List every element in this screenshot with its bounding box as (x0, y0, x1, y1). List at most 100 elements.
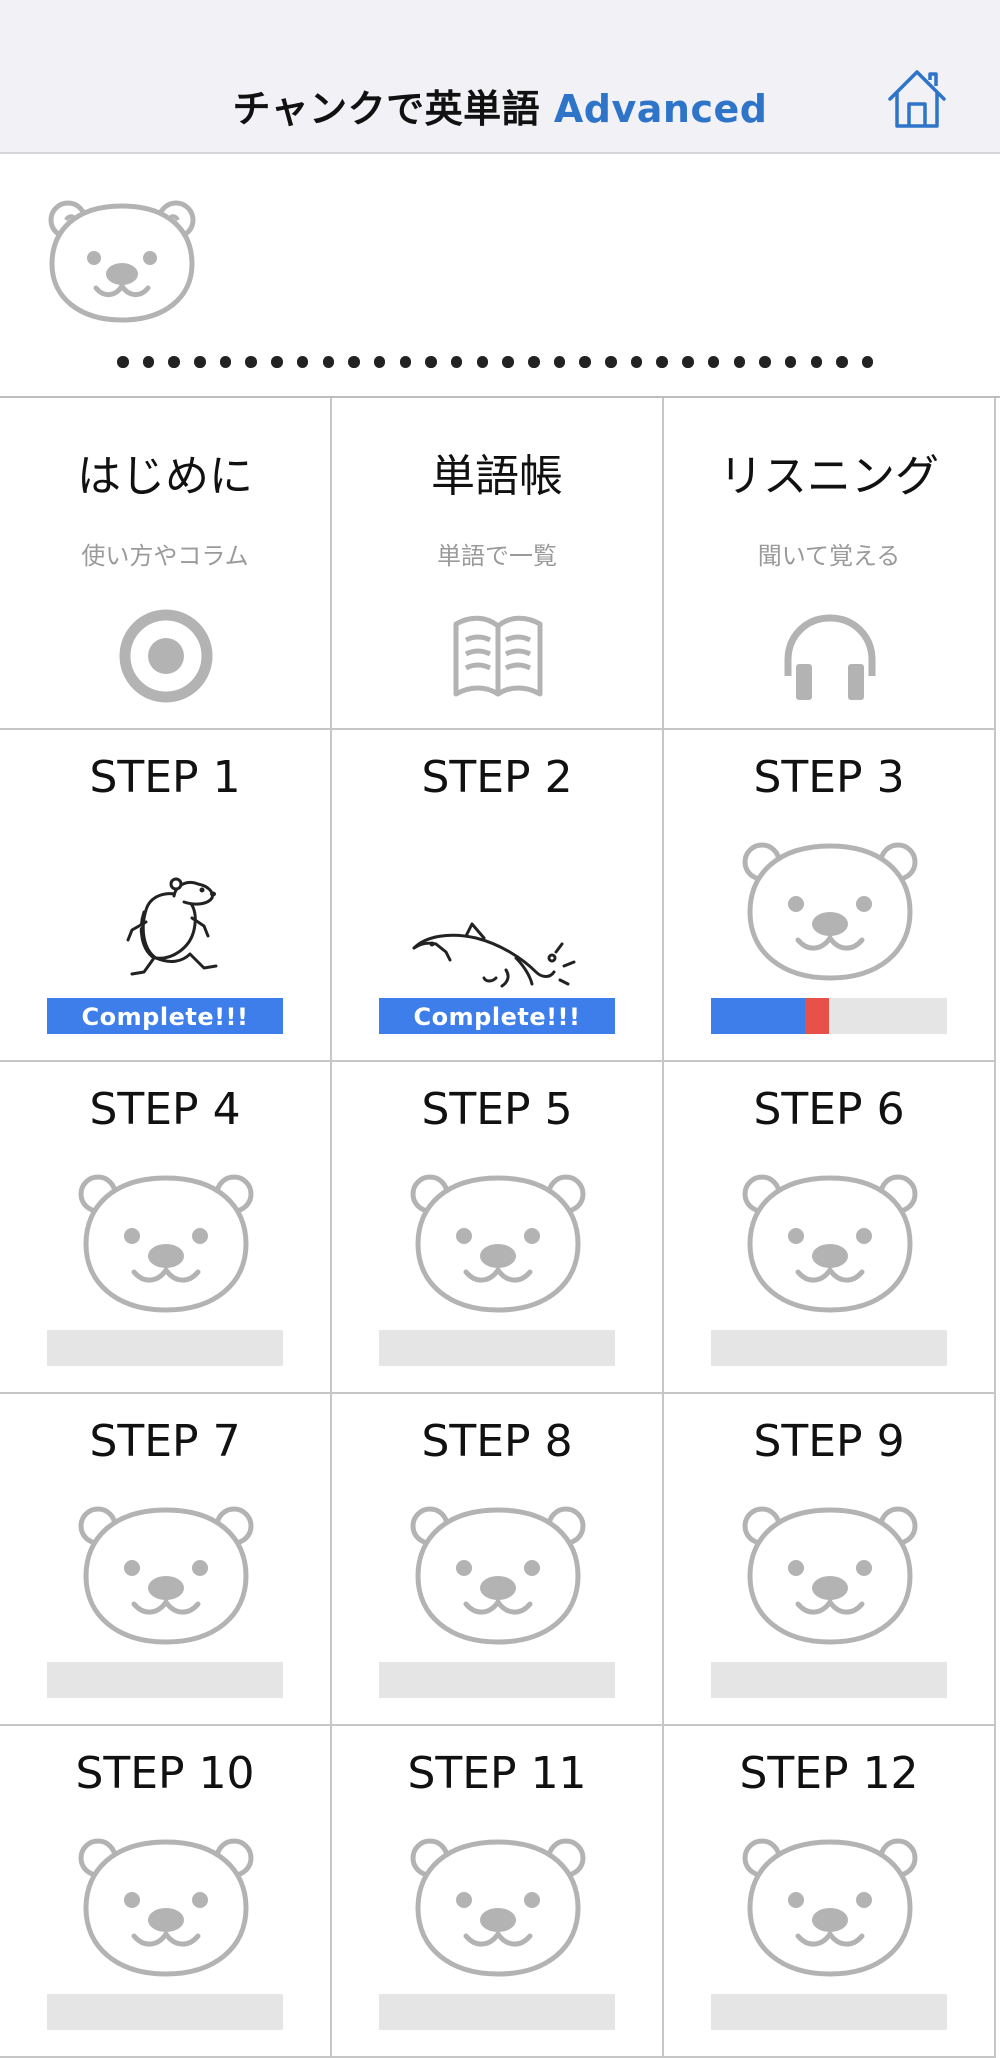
page-dot (348, 356, 360, 368)
step-label: STEP 8 (421, 1416, 573, 1467)
step-label: STEP 12 (739, 1748, 919, 1799)
step-progress-bar (47, 1330, 283, 1366)
bear-face-icon (738, 1836, 922, 1986)
page-dot (528, 356, 540, 368)
page-dot (759, 356, 771, 368)
step-label: STEP 7 (89, 1416, 241, 1467)
menu-intro-cell[interactable]: はじめに 使い方やコラム (0, 398, 332, 730)
running-bear-illustration (74, 840, 258, 990)
page-dot (784, 356, 797, 368)
menu-subtitle: 聞いて覚える (757, 542, 901, 570)
bear-face-icon (74, 1172, 258, 1322)
page-dot (373, 356, 386, 368)
page-dot (579, 356, 591, 368)
step-label: STEP 1 (89, 752, 241, 803)
step-label: STEP 9 (753, 1416, 905, 1467)
page-dot (682, 356, 694, 368)
page-dot (450, 356, 463, 368)
page-dot (219, 356, 232, 368)
open-book-icon (448, 606, 548, 706)
page-dot (296, 356, 309, 368)
menu-title: 単語帳 (431, 451, 563, 502)
page-dot (656, 356, 668, 368)
page-dot (271, 356, 283, 368)
menu-subtitle: 使い方やコラム (81, 542, 249, 570)
step-progress-bar (379, 1994, 615, 2030)
step-label: STEP 6 (753, 1084, 905, 1135)
menu-title: リスニング (719, 451, 939, 502)
page-dot (322, 356, 334, 368)
page-dot (733, 356, 745, 368)
step-progress-bar (379, 1662, 615, 1698)
title-accent: Advanced (553, 87, 768, 131)
bear-face-icon (406, 1836, 590, 1986)
page-dot (245, 356, 257, 368)
menu-subtitle: 単語で一覧 (437, 542, 557, 570)
home-button[interactable] (884, 66, 950, 132)
bear-face-icon (738, 1504, 922, 1654)
step-8-cell[interactable]: STEP 8 (332, 1394, 664, 1726)
step-progress-bar: Complete!!! (47, 998, 283, 1034)
page-dot (194, 356, 206, 368)
page-dot (142, 356, 155, 368)
menu-title: はじめに (77, 451, 253, 502)
dolphin-illustration (406, 840, 590, 990)
step-11-cell[interactable]: STEP 11 (332, 1726, 664, 2058)
bear-face-icon (738, 1172, 922, 1322)
page-dot (630, 356, 643, 368)
bear-face-icon (406, 1172, 590, 1322)
headphones-icon (780, 606, 880, 706)
bear-face-icon (74, 1836, 258, 1986)
step-label: STEP 5 (421, 1084, 573, 1135)
page-dot (117, 356, 129, 368)
step-12-cell[interactable]: STEP 12 (664, 1726, 996, 2058)
step-progress-bar (47, 1994, 283, 2030)
bear-face-icon (738, 840, 922, 990)
home-icon (888, 70, 946, 128)
progress-correct (711, 998, 806, 1034)
step-2-cell[interactable]: STEP 2 Complete!!! (332, 730, 664, 1062)
page-dot (399, 356, 412, 368)
progress-incorrect (805, 998, 829, 1034)
step-5-cell[interactable]: STEP 5 (332, 1062, 664, 1394)
step-label: STEP 2 (421, 752, 573, 803)
page-dot (168, 356, 180, 368)
step-3-cell[interactable]: STEP 3 (664, 730, 996, 1062)
page-dot (861, 356, 874, 368)
title-main: チャンクで英単語 (232, 87, 541, 131)
page-dot (836, 356, 848, 368)
step-9-cell[interactable]: STEP 9 (664, 1394, 996, 1726)
step-label: STEP 3 (753, 752, 905, 803)
step-label: STEP 10 (75, 1748, 255, 1799)
page-dot (605, 356, 617, 368)
step-10-cell[interactable]: STEP 10 (0, 1726, 332, 2058)
step-4-cell[interactable]: STEP 4 (0, 1062, 332, 1394)
menu-listening-cell[interactable]: リスニング 聞いて覚える (664, 398, 996, 730)
page-dot (425, 356, 437, 368)
complete-label: Complete!!! (413, 1003, 581, 1031)
page-dot (707, 356, 720, 368)
step-progress-bar (711, 1330, 947, 1366)
page-dot (502, 356, 514, 368)
page-indicator-dots (117, 356, 874, 376)
page-dot (476, 356, 489, 368)
step-progress-bar (711, 1662, 947, 1698)
page-dot (553, 356, 566, 368)
step-progress-bar (47, 1662, 283, 1698)
step-7-cell[interactable]: STEP 7 (0, 1394, 332, 1726)
page-title: チャンクで英単語 Advanced (0, 78, 1000, 133)
nav-header: チャンクで英単語 Advanced (0, 0, 1000, 154)
complete-label: Complete!!! (81, 1003, 249, 1031)
page-dot (810, 356, 823, 368)
step-1-cell[interactable]: STEP 1 Complete!!! (0, 730, 332, 1062)
mascot-area (0, 154, 1000, 398)
step-progress-bar (379, 1330, 615, 1366)
menu-wordbook-cell[interactable]: 単語帳 単語で一覧 (332, 398, 664, 730)
step-progress-bar (711, 1994, 947, 2030)
bear-face-icon (44, 198, 200, 326)
target-icon (116, 606, 216, 706)
bear-face-icon (74, 1504, 258, 1654)
menu-grid: はじめに 使い方やコラム 単語帳 単語で一覧 リスニング 聞いて覚える STEP… (0, 396, 1000, 2058)
step-progress-bar (711, 998, 947, 1034)
step-6-cell[interactable]: STEP 6 (664, 1062, 996, 1394)
